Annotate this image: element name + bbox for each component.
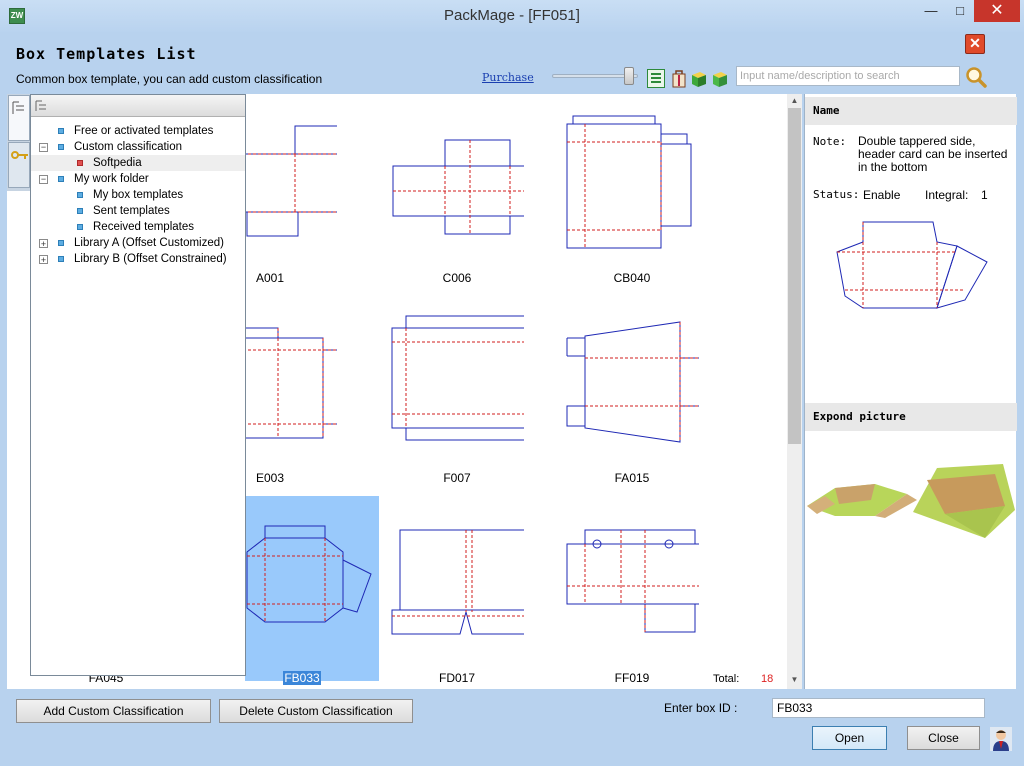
footer-bar: Add Custom Classification Delete Custom … <box>0 689 1024 766</box>
window-close-button[interactable]: ✕ <box>974 0 1020 22</box>
add-classification-button[interactable]: Add Custom Classification <box>16 699 211 723</box>
template-label: FA015 <box>614 471 650 485</box>
node-icon <box>58 256 64 262</box>
grid-scrollbar[interactable]: ▲ ▼ <box>787 94 802 689</box>
template-cb040-diagram <box>566 115 692 249</box>
total-label: Total: <box>713 673 740 685</box>
close-button[interactable]: Close <box>907 726 980 750</box>
tree-item-softpedia[interactable]: Softpedia <box>31 155 245 171</box>
box-id-label: Enter box ID : <box>664 701 738 715</box>
minimize-button[interactable]: — <box>916 0 946 22</box>
node-icon <box>77 224 83 230</box>
template-c006-diagram <box>392 139 524 235</box>
template-label: FF019 <box>614 671 650 685</box>
shopping-bag-icon[interactable] <box>670 69 688 88</box>
expand-icon[interactable]: + <box>39 239 48 249</box>
box-id-input[interactable] <box>772 698 985 718</box>
delete-classification-button[interactable]: Delete Custom Classification <box>219 699 413 723</box>
tree-item-library-b[interactable]: + Library B (Offset Constrained) <box>31 251 245 267</box>
expand-icon[interactable]: + <box>39 255 48 265</box>
collapse-icon[interactable]: − <box>39 143 48 152</box>
node-icon <box>77 160 83 166</box>
maximize-button[interactable]: □ <box>946 0 974 22</box>
tree-item-free-templates[interactable]: Free or activated templates <box>31 123 245 139</box>
template-label: CB040 <box>613 271 651 285</box>
template-label: F007 <box>443 471 471 485</box>
template-card[interactable]: F007 <box>390 306 524 491</box>
expanded-box-3d-image <box>807 464 1015 538</box>
template-card[interactable]: FD017 <box>390 496 524 685</box>
template-label: C006 <box>442 271 472 285</box>
tab-tree-list[interactable] <box>8 95 30 141</box>
total-count: 18 <box>761 673 774 685</box>
box-add-icon[interactable] <box>690 69 708 88</box>
tree-collapse-icon[interactable] <box>34 98 50 114</box>
detail-panel: Name Note: Double tappered side, header … <box>804 94 1017 689</box>
node-icon <box>58 144 64 150</box>
side-tabs <box>7 94 31 191</box>
tree-item-custom-classification[interactable]: − Custom classification <box>31 139 245 155</box>
template-label: FD017 <box>438 671 476 685</box>
search-input[interactable] <box>736 66 960 86</box>
node-icon <box>58 240 64 246</box>
list-view-icon[interactable] <box>647 69 665 88</box>
template-card-selected[interactable]: FB033 <box>245 496 379 685</box>
template-preview-diagram <box>836 221 988 309</box>
template-label: FB033 <box>235 671 369 685</box>
template-fb033-diagram <box>246 525 372 623</box>
node-icon <box>77 208 83 214</box>
node-icon <box>77 192 83 198</box>
open-button[interactable]: Open <box>812 726 887 750</box>
node-icon <box>58 176 64 182</box>
scroll-up-icon[interactable]: ▲ <box>787 96 802 108</box>
user-avatar-icon[interactable] <box>990 727 1012 751</box>
classification-tree[interactable]: Free or activated templates − Custom clas… <box>30 94 246 676</box>
scroll-thumb[interactable] <box>788 108 801 444</box>
expand-picture-header: Expond picture <box>805 403 1017 431</box>
key-icon <box>11 151 28 159</box>
dialog-header: Box Templates List Common box template, … <box>7 32 1017 94</box>
template-card[interactable]: CB040 <box>565 106 699 291</box>
template-card[interactable]: FF019 <box>565 496 699 685</box>
dialog-title: Box Templates List <box>16 45 197 63</box>
template-card[interactable]: FA015 <box>565 306 699 491</box>
tree-list-icon <box>12 101 24 114</box>
template-card[interactable]: C006 <box>390 106 524 291</box>
tree-item-my-work-folder[interactable]: − My work folder <box>31 171 245 187</box>
purchase-link[interactable]: Purchase <box>482 71 534 84</box>
tree-header <box>31 95 245 117</box>
collapse-icon[interactable]: − <box>39 175 48 184</box>
integral-label: Integral: <box>925 188 969 202</box>
window-title: PackMage - [FF051] <box>444 7 580 24</box>
template-f007-diagram <box>391 315 524 441</box>
scroll-down-icon[interactable]: ▼ <box>787 675 802 687</box>
zoom-slider-thumb[interactable] <box>624 67 634 85</box>
dialog-close-icon[interactable]: ✕ <box>965 34 985 54</box>
template-fd017-diagram <box>391 529 524 635</box>
node-icon <box>58 128 64 134</box>
dialog-subtitle: Common box template, you can add custom … <box>16 72 323 86</box>
tree-item-received-templates[interactable]: Received templates <box>31 219 245 235</box>
note-label: Note: <box>813 135 847 148</box>
title-bar: ZW PackMage - [FF051] — □ ✕ <box>0 0 1024 32</box>
template-ff019-diagram <box>566 529 699 633</box>
name-header: Name <box>805 97 1017 125</box>
search-icon[interactable] <box>964 65 988 89</box>
status-value: Enable <box>863 188 901 202</box>
template-fa015-diagram <box>566 321 699 443</box>
tree-item-my-box-templates[interactable]: My box templates <box>31 187 245 203</box>
tree-item-library-a[interactable]: + Library A (Offset Customized) <box>31 235 245 251</box>
tab-keys[interactable] <box>8 142 30 188</box>
box-import-icon[interactable] <box>711 69 729 88</box>
integral-value: 1 <box>981 188 988 202</box>
template-label-selected: FB033 <box>283 671 321 685</box>
status-label: Status: <box>813 188 860 201</box>
note-text: Double tappered side, header card can be… <box>858 134 1008 174</box>
tree-item-sent-templates[interactable]: Sent templates <box>31 203 245 219</box>
